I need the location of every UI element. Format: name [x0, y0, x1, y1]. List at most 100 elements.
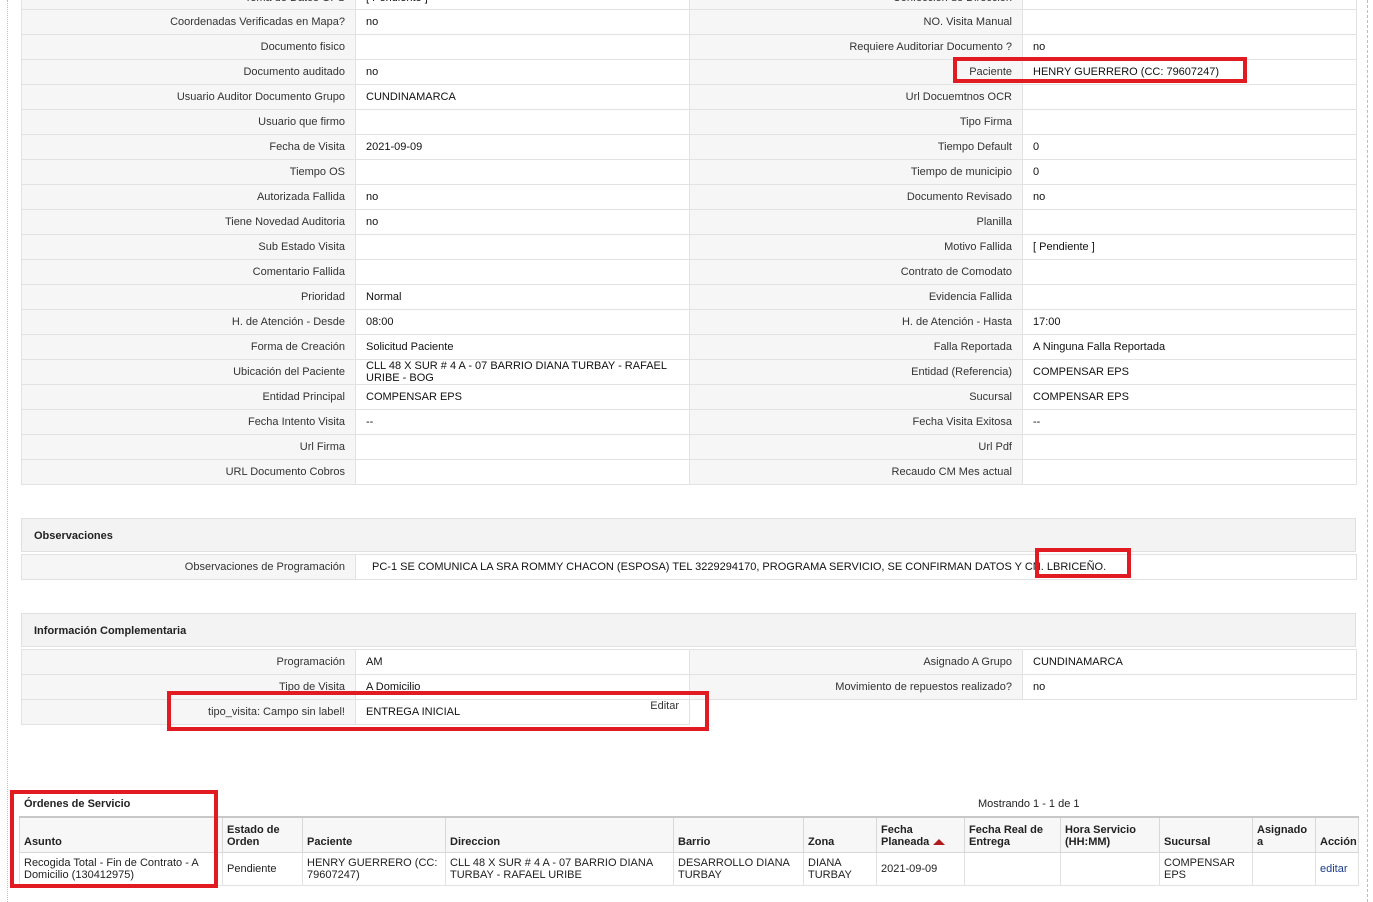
detail-label: Usuario Auditor Documento Grupo — [21, 84, 356, 110]
detail-value: no — [1022, 34, 1357, 60]
detail-label: Documento Revisado — [689, 184, 1023, 210]
edit-order-link[interactable]: editar — [1320, 863, 1348, 875]
detail-label: Comentario Fallida — [21, 259, 356, 285]
col-fecha-planeada[interactable]: Fecha Planeada — [876, 816, 965, 853]
detail-row: H. de Atención - Desde 08:00 H. de Atenció… — [21, 309, 1357, 335]
detail-label: Tipo Firma — [689, 109, 1023, 135]
detail-value — [355, 259, 690, 285]
detail-value: CUNDINAMARCA — [355, 84, 690, 110]
details-table: Coordenadas Verificadas en Mapa? no NO. Vi… — [21, 9, 1357, 485]
detail-value: Solicitud Paciente — [355, 334, 690, 360]
detail-label: Evidencia Fallida — [689, 284, 1023, 310]
detail-value — [355, 434, 690, 460]
detail-value: 2021-09-09 — [355, 134, 690, 160]
detail-value — [1022, 84, 1357, 110]
left-dotted-border — [7, 0, 8, 902]
order-barrio: DESARROLLO DIANA TURBAY — [673, 852, 804, 886]
edit-tipo-visita-button[interactable]: Editar — [650, 701, 679, 713]
detail-row: Tiempo OS Tiempo de municipio 0 — [21, 159, 1357, 185]
detail-label: Paciente — [689, 59, 1023, 85]
info-value: AM — [355, 649, 690, 675]
detail-label: Tiempo de municipio — [689, 159, 1023, 185]
detail-row: Comentario Fallida Contrato de Comodato — [21, 259, 1357, 285]
detail-value: -- — [355, 409, 690, 435]
empty-cell — [689, 699, 1023, 725]
detail-value: CLL 48 X SUR # 4 A - 07 BARRIO DIANA TUR… — [355, 359, 690, 385]
col-accion: Acción — [1315, 816, 1359, 853]
info-value: no — [1022, 674, 1357, 700]
col-direccion[interactable]: Direccion — [445, 816, 674, 853]
detail-value — [355, 234, 690, 260]
detail-value — [1022, 259, 1357, 285]
detail-label: Tiene Novedad Auditoria — [21, 209, 356, 235]
detail-label: Sucursal — [689, 384, 1023, 410]
detail-value: Normal — [355, 284, 690, 310]
info-complementaria-header: Información Complementaria — [21, 613, 1356, 647]
orders-table: Asunto Estado de Orden Paciente Direccio… — [19, 816, 1359, 886]
detail-row: Fecha de Visita 2021-09-09 Tiempo Default 0 — [21, 134, 1357, 160]
col-estado[interactable]: Estado de Orden — [222, 816, 303, 853]
detail-value: 0 — [1022, 159, 1357, 185]
detail-label: Fecha de Visita — [21, 134, 356, 160]
info-label: Movimiento de repuestos realizado? — [689, 674, 1023, 700]
detail-value — [355, 109, 690, 135]
detail-value: 0 — [1022, 134, 1357, 160]
detail-value: HENRY GUERRERO (CC: 79607247) — [1022, 59, 1357, 85]
col-barrio[interactable]: Barrio — [673, 816, 804, 853]
detail-value: no — [355, 184, 690, 210]
detail-label: Usuario que firmo — [21, 109, 356, 135]
empty-cell — [1022, 699, 1357, 725]
detail-row: Usuario Auditor Documento Grupo CUNDINAMA… — [21, 84, 1357, 110]
col-paciente[interactable]: Paciente — [302, 816, 446, 853]
detail-label: Contrato de Comodato — [689, 259, 1023, 285]
col-hora-servicio[interactable]: Hora Servicio (HH:MM) — [1060, 816, 1160, 853]
detail-label: Tiempo OS — [21, 159, 356, 185]
detail-value — [355, 159, 690, 185]
detail-label: Entidad Principal — [21, 384, 356, 410]
order-asunto: Recogida Total - Fin de Contrato - A Dom… — [19, 852, 223, 886]
detail-value: [ Pendiente ] — [1022, 234, 1357, 260]
observaciones-header: Observaciones — [21, 518, 1356, 552]
detail-label: Url Firma — [21, 434, 356, 460]
order-zona: DIANA TURBAY — [803, 852, 877, 886]
col-sucursal[interactable]: Sucursal — [1159, 816, 1253, 853]
tipo-visita-label: tipo_visita: Campo sin label! — [21, 699, 356, 725]
detail-value: COMPENSAR EPS — [1022, 384, 1357, 410]
detail-label: Recaudo CM Mes actual — [689, 459, 1023, 485]
detail-row: Ubicación del Paciente CLL 48 X SUR # 4 A… — [21, 359, 1357, 385]
col-fecha-real[interactable]: Fecha Real de Entrega — [964, 816, 1061, 853]
detail-label: Fecha Intento Visita — [21, 409, 356, 435]
detail-value: 08:00 — [355, 309, 690, 335]
detail-label: Falla Reportada — [689, 334, 1023, 360]
detail-label: NO. Visita Manual — [689, 9, 1023, 35]
detail-value — [355, 459, 690, 485]
detail-row: Prioridad Normal Evidencia Fallida — [21, 284, 1357, 310]
order-estado: Pendiente — [222, 852, 303, 886]
detail-label: Requiere Auditoriar Documento ? — [689, 34, 1023, 60]
detail-row: Tiene Novedad Auditoria no Planilla — [21, 209, 1357, 235]
order-hora — [1060, 852, 1160, 886]
detail-label: Autorizada Fallida — [21, 184, 356, 210]
col-asignado[interactable]: Asignado a — [1252, 816, 1316, 853]
detail-value: no — [355, 59, 690, 85]
detail-row: Fecha Intento Visita -- Fecha Visita Exito… — [21, 409, 1357, 435]
detail-label: H. de Atención - Desde — [21, 309, 356, 335]
detail-label: Fecha Visita Exitosa — [689, 409, 1023, 435]
order-fecha-real — [964, 852, 1061, 886]
detail-row: Usuario que firmo Tipo Firma — [21, 109, 1357, 135]
col-zona[interactable]: Zona — [803, 816, 877, 853]
detail-value — [1022, 9, 1357, 35]
detail-label: Url Docuemtnos OCR — [689, 84, 1023, 110]
detail-value — [1022, 109, 1357, 135]
detail-row: Documento fisico Requiere Auditoriar Docu… — [21, 34, 1357, 60]
orders-title: Órdenes de Servicio — [24, 798, 131, 810]
detail-value: no — [355, 9, 690, 35]
observaciones-label: Observaciones de Programación — [21, 554, 356, 580]
col-asunto[interactable]: Asunto — [19, 816, 223, 853]
detail-label: Url Pdf — [689, 434, 1023, 460]
orders-header-row: Asunto Estado de Orden Paciente Direccio… — [19, 816, 1359, 853]
detail-row: Documento auditado no Paciente HENRY GUERRE… — [21, 59, 1357, 85]
detail-value: -- — [1022, 409, 1357, 435]
detail-row: Coordenadas Verificadas en Mapa? no NO. Vi… — [21, 9, 1357, 35]
detail-value — [1022, 459, 1357, 485]
